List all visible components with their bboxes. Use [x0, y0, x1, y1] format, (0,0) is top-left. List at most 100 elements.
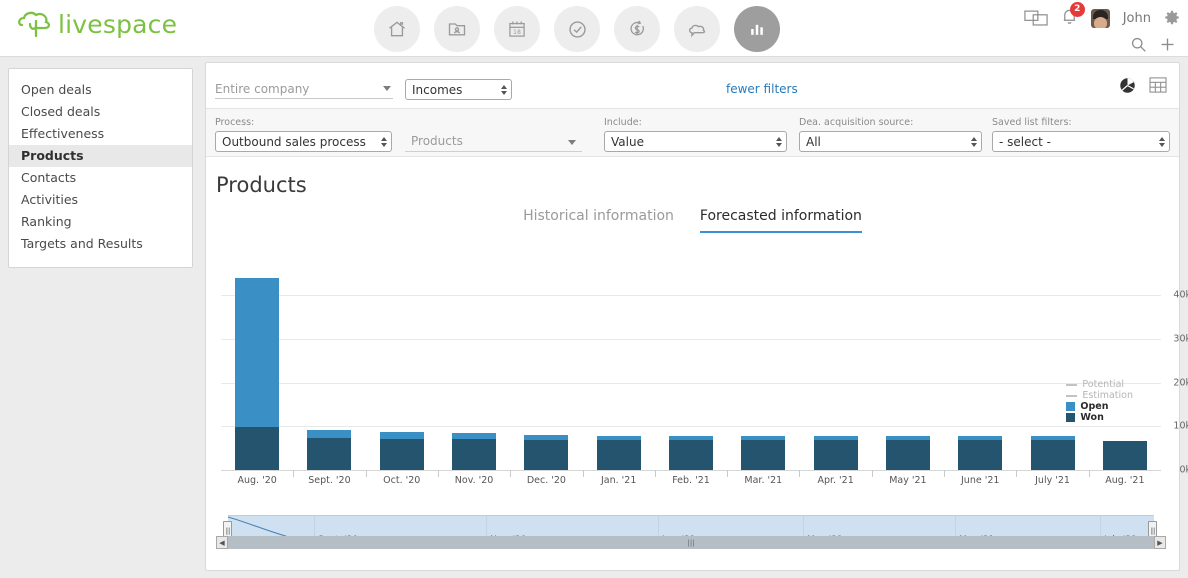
pie-chart-icon[interactable]	[1119, 77, 1136, 98]
gear-icon[interactable]	[1164, 10, 1180, 26]
page-title: Products	[216, 173, 307, 197]
scroll-left-button[interactable]: ◀	[216, 536, 228, 549]
sidebar-item-ranking[interactable]: Ranking	[9, 211, 192, 233]
bar-segment-won	[307, 437, 352, 470]
legend-item-open[interactable]: Open	[1066, 401, 1133, 412]
table-grid-icon[interactable]	[1149, 77, 1167, 98]
brand-logo[interactable]: livespace	[18, 9, 177, 39]
avatar[interactable]	[1090, 8, 1110, 28]
sidebar-item-open-deals[interactable]: Open deals	[9, 79, 192, 101]
legend-label: Estimation	[1082, 390, 1133, 401]
chart-bar[interactable]	[596, 436, 641, 470]
filter-value: All	[806, 134, 821, 149]
y-axis-tick: 10k	[1173, 420, 1188, 432]
company-scope-value: Entire company	[215, 81, 310, 96]
nav-reports-icon[interactable]	[734, 6, 780, 52]
x-axis-label: Nov. '20	[454, 475, 494, 486]
nav-chat-cloud-icon[interactable]	[674, 6, 720, 52]
x-axis-tickmark	[1016, 470, 1018, 477]
chart-bar[interactable]	[741, 435, 786, 470]
bar-segment-won	[524, 439, 569, 470]
sidebar: Open deals Closed deals Effectiveness Produ…	[8, 68, 193, 268]
filter-select-2[interactable]: Value	[604, 131, 787, 152]
legend-item-potential[interactable]: Potential	[1066, 379, 1133, 390]
filter-value: Value	[611, 134, 644, 149]
metric-select[interactable]: Incomes	[405, 79, 512, 100]
x-axis-labels: Aug. '20 Sept. '20 Oct. '20 Nov. '20 Dec. '2…	[216, 473, 1166, 491]
sidebar-item-products[interactable]: Products	[9, 145, 192, 167]
bar-segment-won	[741, 440, 786, 470]
chart-bar[interactable]	[379, 431, 424, 470]
cloud-tree-icon	[18, 11, 51, 38]
bar-segment-won	[235, 427, 280, 470]
y-axis-tick: 0k	[1179, 464, 1188, 476]
filter-select-0[interactable]: Outbound sales process	[215, 131, 392, 152]
nav-deals-icon[interactable]	[614, 6, 660, 52]
nav-home-icon[interactable]	[374, 6, 420, 52]
chart-navigator[interactable]: Sept. '20 Nov. '20 Jan. '21 Mar. '21 May…	[216, 515, 1166, 549]
sidebar-item-label: Targets and Results	[21, 236, 143, 251]
nav-tasks-icon[interactable]	[554, 6, 600, 52]
legend-marker-estimation-icon	[1066, 394, 1078, 397]
filter-select-1[interactable]: Products	[405, 131, 582, 152]
chart-bar[interactable]	[452, 432, 497, 470]
x-axis-label: Dec. '20	[526, 475, 566, 486]
plus-icon[interactable]	[1159, 36, 1176, 53]
legend-item-won[interactable]: Won	[1066, 412, 1133, 423]
tab-forecasted[interactable]: Forecasted information	[699, 208, 862, 233]
sidebar-item-contacts[interactable]: Contacts	[9, 167, 192, 189]
filter-select-3[interactable]: All	[799, 131, 982, 152]
sidebar-item-activities[interactable]: Activities	[9, 189, 192, 211]
x-axis-tickmark	[727, 470, 729, 477]
bell-icon[interactable]: 2	[1061, 1, 1085, 30]
scrollbar-grip[interactable]: |||	[687, 539, 694, 547]
sidebar-item-targets-and-results[interactable]: Targets and Results	[9, 233, 192, 255]
x-axis-label: July '21	[1035, 475, 1070, 486]
x-axis-label: June '21	[961, 475, 1000, 486]
filter-bar-secondary: Process: Outbound sales process Products In…	[206, 109, 1179, 157]
spinner-icon	[1159, 136, 1165, 147]
chat-bubbles-icon[interactable]	[1024, 10, 1048, 27]
bar-segment-open	[307, 429, 352, 438]
x-axis-label: Oct. '20	[383, 475, 421, 486]
view-toggle-group	[1119, 77, 1167, 98]
chart-bar[interactable]	[669, 435, 713, 470]
chart-bar[interactable]	[1030, 435, 1075, 470]
bar-segment-won	[958, 440, 1003, 470]
x-axis-tickmark	[799, 470, 801, 477]
nav-contacts-icon[interactable]	[434, 6, 480, 52]
legend-label: Potential	[1082, 379, 1125, 390]
chart-bar[interactable]	[524, 434, 569, 470]
chart-bar[interactable]	[1102, 440, 1147, 470]
chart-bar[interactable]	[307, 429, 352, 470]
chart-bar[interactable]	[813, 435, 858, 470]
legend-label: Won	[1080, 412, 1104, 423]
filter-select-4[interactable]: - select -	[992, 131, 1170, 152]
chart-bar[interactable]	[958, 435, 1003, 470]
legend-marker-potential-icon	[1066, 383, 1078, 386]
filter-bar-primary: Entire company Incomes fewer filters	[206, 63, 1179, 109]
horizontal-scrollbar[interactable]: ◀ ||| ▶	[216, 536, 1166, 549]
tab-historical[interactable]: Historical information	[523, 208, 674, 233]
legend-item-estimation[interactable]: Estimation	[1066, 390, 1133, 401]
chart-legend: Potential Estimation Open Won	[1066, 379, 1133, 423]
sidebar-item-label: Closed deals	[21, 104, 101, 119]
bar-segment-won	[885, 440, 930, 470]
scroll-right-button[interactable]: ▶	[1154, 536, 1166, 549]
x-axis-tickmark	[871, 470, 873, 477]
chart-bar[interactable]	[885, 435, 930, 470]
nav-calendar-icon[interactable]: 18	[494, 6, 540, 52]
x-axis-label: Apr. '21	[817, 475, 854, 486]
company-scope-select[interactable]: Entire company	[215, 79, 393, 99]
bar-segment-won	[1102, 440, 1147, 470]
main-panel: Entire company Incomes fewer filters Pro…	[205, 62, 1188, 571]
search-icon[interactable]	[1130, 36, 1147, 53]
x-axis-label: Mar. '21	[744, 475, 783, 486]
sidebar-item-effectiveness[interactable]: Effectiveness	[9, 123, 192, 145]
username-label: John	[1122, 10, 1151, 26]
chart-bar[interactable]	[235, 277, 280, 470]
sidebar-item-label: Ranking	[21, 214, 72, 229]
spinner-icon	[971, 136, 977, 147]
sidebar-item-closed-deals[interactable]: Closed deals	[9, 101, 192, 123]
fewer-filters-link[interactable]: fewer filters	[726, 82, 798, 96]
